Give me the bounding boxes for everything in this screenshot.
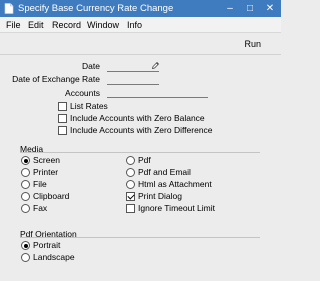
zero-balance-label: Include Accounts with Zero Balance [70,113,205,123]
portrait-label: Portrait [33,240,61,250]
menu-record[interactable]: Record [52,20,81,30]
landscape-label: Landscape [33,252,75,262]
pdf-orientation-divider [20,237,260,238]
ignore-timeout-label: Ignore Timeout Limit [138,203,216,213]
list-rates-checkbox[interactable] [58,102,67,111]
media-fax-label: Fax [33,203,48,213]
accounts-field[interactable] [107,97,208,98]
media-html-attachment-radio[interactable] [126,180,135,189]
media-pdf-label: Pdf [138,155,151,165]
print-dialog-checkbox[interactable] [126,192,135,201]
date-label: Date [82,61,100,71]
zero-difference-label: Include Accounts with Zero Difference [70,125,213,135]
list-rates-label: List Rates [70,101,108,111]
media-pdf-email-label: Pdf and Email [138,167,191,177]
exchange-date-field[interactable] [107,84,159,85]
media-printer-label: Printer [33,167,59,177]
menu-edit[interactable]: Edit [28,20,44,30]
menu-info[interactable]: Info [127,20,142,30]
minimize-button[interactable]: – [222,2,238,15]
window-title: Specify Base Currency Rate Change [18,3,174,14]
print-dialog-label: Print Dialog [138,191,182,201]
media-screen-radio[interactable] [21,156,30,165]
portrait-radio[interactable] [21,241,30,250]
document-icon [4,3,14,14]
media-clipboard-label: Clipboard [33,191,70,201]
media-file-radio[interactable] [21,180,30,189]
accounts-label: Accounts [65,88,100,98]
landscape-radio[interactable] [21,253,30,262]
media-pdf-radio[interactable] [126,156,135,165]
date-field[interactable] [107,71,159,72]
ignore-timeout-checkbox[interactable] [126,204,135,213]
zero-difference-checkbox[interactable] [58,126,67,135]
media-screen-label: Screen [33,155,60,165]
close-button[interactable]: ✕ [262,2,278,15]
menu-file[interactable]: File [6,20,21,30]
run-button[interactable]: Run [244,39,261,49]
zero-balance-checkbox[interactable] [58,114,67,123]
media-printer-radio[interactable] [21,168,30,177]
media-file-label: File [33,179,47,189]
title-bar: Specify Base Currency Rate Change – □ ✕ [0,0,281,17]
maximize-button[interactable]: □ [242,2,258,15]
media-html-attachment-label: Html as Attachment [138,179,212,189]
media-fax-radio[interactable] [21,204,30,213]
menu-window[interactable]: Window [87,20,119,30]
toolbar: Run [0,33,281,55]
media-divider [20,152,260,153]
media-clipboard-radio[interactable] [21,192,30,201]
media-pdf-email-radio[interactable] [126,168,135,177]
menu-bar: File Edit Record Window Info [0,17,281,33]
exchange-date-label: Date of Exchange Rate [12,74,100,84]
pencil-icon[interactable] [151,61,160,70]
